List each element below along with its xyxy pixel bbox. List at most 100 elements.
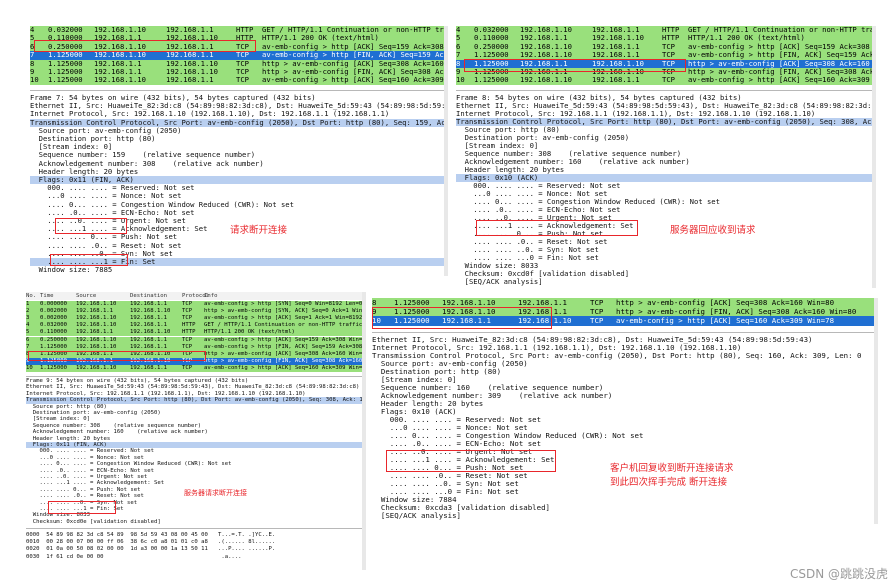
capture-panel-4: 8 1.125000 192.168.1.10 192.168.1.1 TCP http … bbox=[372, 298, 878, 524]
packet-cell-no: 7 bbox=[30, 51, 35, 60]
packet-row[interactable]: 4 0.032000 192.168.1.10 192.168.1.1 HTTP GET … bbox=[26, 322, 366, 330]
detail-line[interactable]: .... .0.. .... = ECN-Echo: Not set bbox=[30, 209, 448, 217]
column-header-src[interactable]: Source bbox=[76, 292, 130, 300]
scrollbar[interactable] bbox=[362, 292, 366, 570]
detail-line[interactable]: Ethernet II, Src: HuaweiTe_5d:59:43 (54:… bbox=[456, 102, 876, 110]
hex-line[interactable]: 0030 1f 61 cd 0e 00 00 .a.... bbox=[26, 554, 366, 561]
detail-line[interactable]: Checksum: 0xcd0f [validation disabled] bbox=[456, 270, 876, 278]
packet-row[interactable]: 6 0.250000 192.168.1.10 192.168.1.1 TCP av-em… bbox=[456, 42, 876, 52]
detail-line[interactable]: Transmission Control Protocol, Src Port:… bbox=[30, 118, 448, 127]
packet-row[interactable]: 6 0.250000 192.168.1.10 192.168.1.1 TCP av-em… bbox=[26, 336, 366, 344]
detail-line[interactable]: ...0 .... .... = Nonce: Not set bbox=[456, 190, 876, 198]
detail-line[interactable]: Source port: av-emb-config (2050) bbox=[372, 360, 878, 368]
packet-row[interactable]: 2 0.002000 192.168.1.1 192.168.1.10 TCP http … bbox=[26, 308, 366, 316]
packet-cell-time: 0.250000 bbox=[40, 336, 67, 343]
detail-line[interactable]: 000. .... .... = Reserved: Not set bbox=[456, 182, 876, 190]
detail-line[interactable]: .... .... ..0. = Syn: Not set bbox=[456, 246, 876, 254]
detail-line[interactable]: Flags: 0x10 (ACK) bbox=[372, 408, 878, 416]
packet-cell-no: 6 bbox=[26, 336, 30, 343]
detail-line[interactable]: Internet Protocol, Src: 192.168.1.1 (192… bbox=[456, 110, 876, 118]
detail-line[interactable]: ...0 .... .... = Nonce: Not set bbox=[30, 192, 448, 200]
packet-row[interactable]: 10 1.125000 192.168.1.10 192.168.1.1 TCP av-e… bbox=[26, 364, 366, 372]
packet-cell-time: 1.125000 bbox=[474, 76, 509, 85]
detail-line[interactable]: .... .... ...0 = Fin: Not set bbox=[372, 488, 878, 496]
packet-cell-info: av-emb-config > http [ACK] Seq=160 Ack=3… bbox=[262, 76, 448, 85]
packet-row[interactable]: 5 0.110000 192.168.1.1 192.168.1.10 HTTP HTTP… bbox=[26, 329, 366, 337]
packet-row[interactable]: 5 0.110000 192.168.1.1 192.168.1.10 HTTP HTTP… bbox=[456, 34, 876, 43]
detail-line[interactable]: Acknowledgement number: 309 (relative ac… bbox=[372, 392, 878, 400]
detail-line[interactable]: Sequence number: 159 (relative sequence … bbox=[30, 151, 448, 159]
packet-row[interactable]: 9 1.125000 192.168.1.1 192.168.1.10 TCP http … bbox=[30, 68, 448, 77]
packet-row[interactable]: 8 1.125000 192.168.1.10 192.168.1.1 TCP http … bbox=[372, 298, 878, 308]
packet-row[interactable]: 3 0.002000 192.168.1.10 192.168.1.1 TCP av-em… bbox=[26, 315, 366, 323]
detail-line[interactable]: .... .... .0.. = Reset: Not set bbox=[456, 238, 876, 246]
detail-line[interactable]: Flags: 0x11 (FIN, ACK) bbox=[30, 176, 448, 185]
detail-line[interactable]: Sequence number: 308 (relative sequence … bbox=[456, 150, 876, 158]
column-header-proto[interactable]: Protocol bbox=[182, 292, 209, 300]
detail-line[interactable]: Sequence number: 160 (relative sequence … bbox=[372, 384, 878, 392]
detail-line[interactable]: [SEQ/ACK analysis] bbox=[456, 278, 876, 286]
detail-line[interactable]: [SEQ/ACK analysis] bbox=[372, 512, 878, 520]
packet-row[interactable]: 1 0.000000 192.168.1.10 192.168.1.1 TCP av-em… bbox=[26, 301, 366, 309]
detail-line[interactable]: Ethernet II, Src: HuaweiTe_82:3d:c8 (54:… bbox=[30, 102, 448, 110]
detail-line[interactable]: 000. .... .... = Reserved: Not set bbox=[372, 416, 878, 424]
detail-line[interactable]: [Stream index: 0] bbox=[456, 142, 876, 150]
packet-row[interactable]: 7 1.125000 192.168.1.10 192.168.1.1 TCP av-em… bbox=[26, 343, 366, 351]
detail-line[interactable]: .... 0... .... = Congestion Window Reduc… bbox=[456, 198, 876, 206]
packet-row[interactable]: 4 0.032000 192.168.1.10 192.168.1.1 HTTP GET … bbox=[30, 26, 448, 35]
detail-line[interactable]: Flags: 0x10 (ACK) bbox=[456, 174, 876, 182]
detail-line[interactable]: Checksum: 0xcd0e [validation disabled] bbox=[26, 519, 366, 525]
packet-cell-info: av-emb-config > http [ACK] Seq=160 Ack=3… bbox=[204, 364, 366, 371]
detail-line[interactable]: Acknowledgement number: 308 (relative ac… bbox=[30, 160, 448, 168]
detail-line[interactable]: Destination port: http (80) bbox=[30, 135, 448, 143]
detail-line[interactable]: Transmission Control Protocol, Src Port:… bbox=[456, 118, 876, 126]
packet-cell-no: 4 bbox=[26, 322, 30, 329]
detail-line[interactable]: Transmission Control Protocol, Src Port:… bbox=[372, 352, 878, 360]
scrollbar[interactable] bbox=[444, 26, 448, 276]
packet-row[interactable]: 8 1.125000 192.168.1.1 192.168.1.10 TCP http … bbox=[30, 59, 448, 68]
detail-line[interactable]: Window size: 7884 bbox=[372, 496, 878, 504]
detail-line[interactable]: [Stream index: 0] bbox=[372, 376, 878, 384]
column-header-info[interactable]: Info bbox=[204, 292, 364, 300]
detail-line[interactable]: Ethernet II, Src: HuaweiTe_82:3d:c8 (54:… bbox=[372, 336, 878, 344]
column-header-time[interactable]: Time bbox=[40, 292, 76, 300]
detail-line[interactable]: Source port: http (80) bbox=[456, 126, 876, 134]
packet-cell-info: http > av-emb-config [FIN, ACK] Seq=308 … bbox=[204, 357, 366, 364]
detail-line[interactable]: Header length: 20 bytes bbox=[456, 166, 876, 174]
scrollbar[interactable] bbox=[872, 26, 876, 288]
detail-line[interactable]: [Stream index: 0] bbox=[30, 143, 448, 151]
scrollbar[interactable] bbox=[874, 298, 878, 524]
detail-line[interactable]: Destination port: http (80) bbox=[372, 368, 878, 376]
detail-line[interactable]: .... .0.. .... = ECN-Echo: Not set bbox=[372, 440, 878, 448]
packet-cell-dst: 192.168.1.1 bbox=[592, 76, 640, 85]
detail-line[interactable]: Frame 8: 54 bytes on wire (432 bits), 54… bbox=[456, 94, 876, 102]
detail-line[interactable]: Window size: 7885 bbox=[30, 266, 448, 274]
detail-line[interactable]: Frame 7: 54 bytes on wire (432 bits), 54… bbox=[30, 94, 448, 102]
detail-line[interactable]: 000. .... .... = Reserved: Not set bbox=[30, 184, 448, 192]
packet-cell-no: 6 bbox=[456, 42, 461, 51]
detail-line[interactable]: .... .... ...0 = Fin: Not set bbox=[456, 254, 876, 262]
detail-line[interactable]: Acknowledgement number: 160 (relative ac… bbox=[456, 158, 876, 166]
detail-line[interactable]: Checksum: 0xcda3 [validation disabled] bbox=[372, 504, 878, 512]
packet-row[interactable]: 10 1.125000 192.168.1.10 192.168.1.1 TCP av-e… bbox=[456, 76, 876, 85]
detail-line[interactable]: Window size: 8033 bbox=[456, 262, 876, 270]
packet-row[interactable]: 10 1.125000 192.168.1.10 192.168.1.1 TCP av-e… bbox=[30, 76, 448, 85]
detail-line[interactable]: .... 0... .... = Congestion Window Reduc… bbox=[372, 432, 878, 440]
detail-line[interactable]: .... .... .0.. = Reset: Not set bbox=[30, 242, 448, 250]
detail-line[interactable]: Header length: 20 bytes bbox=[372, 400, 878, 408]
detail-line[interactable]: Destination port: av-emb-config (2050) bbox=[456, 134, 876, 142]
detail-line[interactable]: Source port: av-emb-config (2050) bbox=[30, 127, 448, 135]
column-header-no[interactable]: No. bbox=[26, 292, 40, 300]
detail-line[interactable]: Internet Protocol, Src: 192.168.1.1 (192… bbox=[372, 344, 878, 352]
column-header-dst[interactable]: Destination bbox=[130, 292, 182, 300]
hex-line[interactable]: 0000 54 89 98 82 3d c8 54 89 98 5d 59 43… bbox=[26, 532, 366, 539]
detail-line[interactable]: ...0 .... .... = Nonce: Not set bbox=[372, 424, 878, 432]
packet-row[interactable]: 4 0.032000 192.168.1.10 192.168.1.1 HTTP GET … bbox=[456, 26, 876, 35]
detail-line[interactable]: Header length: 20 bytes bbox=[30, 168, 448, 176]
detail-line[interactable]: .... .0.. .... = ECN-Echo: Not set bbox=[456, 206, 876, 214]
detail-line[interactable]: Internet Protocol, Src: 192.168.1.10 (19… bbox=[30, 110, 448, 118]
packet-row[interactable]: 7 1.125000 192.168.1.10 192.168.1.1 TCP av-em… bbox=[30, 51, 448, 60]
hex-line[interactable]: 0010 00 28 00 07 00 00 ff 06 38 6c c0 a8… bbox=[26, 539, 366, 546]
hex-line[interactable]: 0020 01 0a 00 50 08 02 00 00 1d a3 00 00… bbox=[26, 546, 366, 553]
detail-line[interactable]: .... 0... .... = Congestion Window Reduc… bbox=[30, 201, 448, 209]
